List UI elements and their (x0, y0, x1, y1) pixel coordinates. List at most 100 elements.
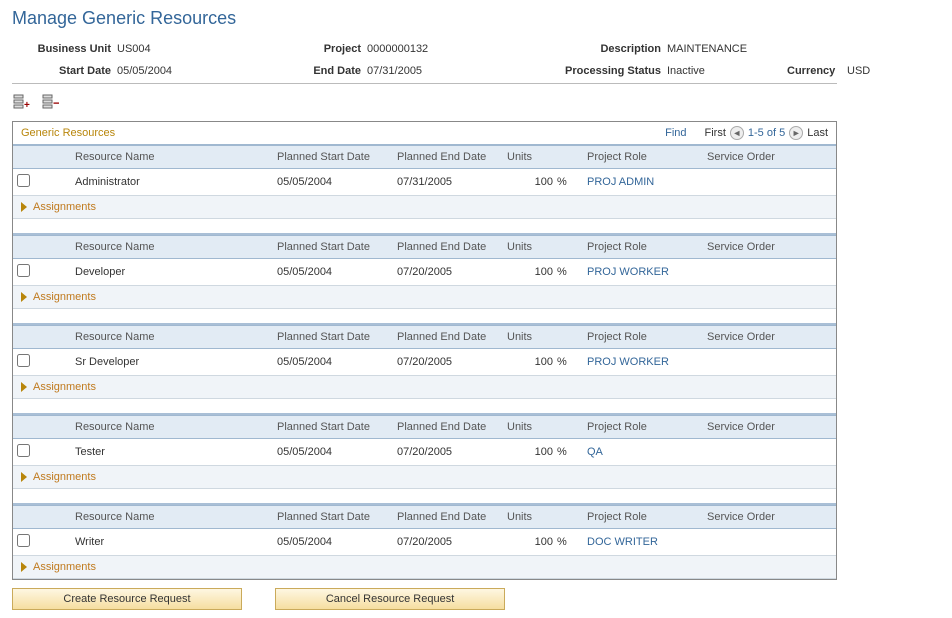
description-label: Description (547, 43, 667, 55)
resource-name-value: Administrator (47, 176, 277, 188)
col-planned-end: Planned End Date (397, 151, 507, 163)
svg-text:+: + (24, 100, 30, 110)
project-label: Project (287, 43, 367, 55)
units-symbol: % (557, 446, 587, 458)
header-divider (12, 83, 837, 84)
col-service-order: Service Order (707, 241, 827, 253)
currency-value: USD (847, 65, 887, 77)
business-unit-value: US004 (117, 43, 287, 55)
processing-status-value: Inactive (667, 65, 787, 77)
col-service-order: Service Order (707, 331, 827, 343)
project-role-link[interactable]: PROJ WORKER (587, 266, 669, 278)
col-planned-end: Planned End Date (397, 421, 507, 433)
col-planned-start: Planned Start Date (277, 511, 397, 523)
row-select-checkbox[interactable] (17, 354, 30, 367)
cancel-resource-request-button[interactable]: Cancel Resource Request (275, 588, 505, 610)
find-link[interactable]: Find (665, 127, 686, 139)
project-role-link[interactable]: QA (587, 446, 603, 458)
row-select-checkbox[interactable] (17, 534, 30, 547)
assignments-label: Assignments (33, 471, 96, 483)
end-date-label: End Date (287, 65, 367, 77)
grid-header-row: Resource Name Planned Start Date Planned… (13, 415, 836, 439)
col-project-role: Project Role (587, 241, 707, 253)
planned-start-value: 05/05/2004 (277, 266, 397, 278)
project-role-link[interactable]: PROJ ADMIN (587, 176, 654, 188)
col-project-role: Project Role (587, 331, 707, 343)
resource-name-value: Sr Developer (47, 356, 277, 368)
assignments-label: Assignments (33, 201, 96, 213)
currency-label: Currency (787, 65, 847, 77)
page-title: Manage Generic Resources (12, 8, 940, 29)
expand-icon (21, 562, 27, 572)
table-row: Sr Developer 05/05/2004 07/20/2005 100 %… (13, 349, 836, 376)
row-select-checkbox[interactable] (17, 174, 30, 187)
planned-end-value: 07/20/2005 (397, 266, 507, 278)
col-planned-start: Planned Start Date (277, 151, 397, 163)
col-planned-start: Planned Start Date (277, 331, 397, 343)
planned-start-value: 05/05/2004 (277, 176, 397, 188)
header-info: Business Unit US004 Project 0000000132 D… (12, 43, 940, 77)
assignments-label: Assignments (33, 381, 96, 393)
next-page-icon[interactable]: ► (789, 126, 803, 140)
generic-resources-grid: Generic Resources Find First ◄ 1-5 of 5 … (12, 121, 837, 580)
grid-title: Generic Resources (21, 127, 115, 139)
grid-topbar: Generic Resources Find First ◄ 1-5 of 5 … (13, 122, 836, 145)
expand-all-icon[interactable]: + (12, 94, 30, 110)
col-service-order: Service Order (707, 421, 827, 433)
collapse-all-icon[interactable]: − (41, 94, 59, 110)
table-row: Writer 05/05/2004 07/20/2005 100 % DOC W… (13, 529, 836, 556)
resource-name-value: Developer (47, 266, 277, 278)
last-label[interactable]: Last (807, 127, 828, 139)
col-units: Units (507, 421, 557, 433)
assignments-toggle[interactable]: Assignments (13, 196, 836, 219)
assignments-label: Assignments (33, 561, 96, 573)
planned-start-value: 05/05/2004 (277, 536, 397, 548)
project-role-link[interactable]: PROJ WORKER (587, 356, 669, 368)
row-select-checkbox[interactable] (17, 444, 30, 457)
project-value: 0000000132 (367, 43, 547, 55)
description-value: MAINTENANCE (667, 43, 787, 55)
col-service-order: Service Order (707, 151, 827, 163)
col-units: Units (507, 331, 557, 343)
units-symbol: % (557, 536, 587, 548)
units-symbol: % (557, 356, 587, 368)
grid-header-row: Resource Name Planned Start Date Planned… (13, 505, 836, 529)
assignments-toggle[interactable]: Assignments (13, 556, 836, 579)
units-value: 100 (507, 356, 557, 368)
resource-name-value: Writer (47, 536, 277, 548)
row-select-checkbox[interactable] (17, 264, 30, 277)
col-resource-name: Resource Name (47, 241, 277, 253)
toolbar: + − (12, 94, 940, 113)
create-resource-request-button[interactable]: Create Resource Request (12, 588, 242, 610)
col-planned-end: Planned End Date (397, 511, 507, 523)
assignments-label: Assignments (33, 291, 96, 303)
planned-start-value: 05/05/2004 (277, 356, 397, 368)
assignments-toggle[interactable]: Assignments (13, 466, 836, 489)
expand-icon (21, 202, 27, 212)
prev-page-icon[interactable]: ◄ (730, 126, 744, 140)
grid-header-row: Resource Name Planned Start Date Planned… (13, 145, 836, 169)
planned-start-value: 05/05/2004 (277, 446, 397, 458)
col-resource-name: Resource Name (47, 421, 277, 433)
first-label[interactable]: First (705, 127, 726, 139)
project-role-link[interactable]: DOC WRITER (587, 536, 658, 548)
col-project-role: Project Role (587, 151, 707, 163)
units-value: 100 (507, 446, 557, 458)
units-value: 100 (507, 176, 557, 188)
expand-icon (21, 292, 27, 302)
expand-icon (21, 382, 27, 392)
col-planned-start: Planned Start Date (277, 421, 397, 433)
resource-name-value: Tester (47, 446, 277, 458)
grid-header-row: Resource Name Planned Start Date Planned… (13, 325, 836, 349)
col-resource-name: Resource Name (47, 511, 277, 523)
end-date-value: 07/31/2005 (367, 65, 547, 77)
assignments-toggle[interactable]: Assignments (13, 376, 836, 399)
planned-end-value: 07/20/2005 (397, 446, 507, 458)
planned-end-value: 07/20/2005 (397, 356, 507, 368)
units-value: 100 (507, 536, 557, 548)
planned-end-value: 07/31/2005 (397, 176, 507, 188)
units-symbol: % (557, 176, 587, 188)
assignments-toggle[interactable]: Assignments (13, 286, 836, 309)
units-value: 100 (507, 266, 557, 278)
business-unit-label: Business Unit (12, 43, 117, 55)
